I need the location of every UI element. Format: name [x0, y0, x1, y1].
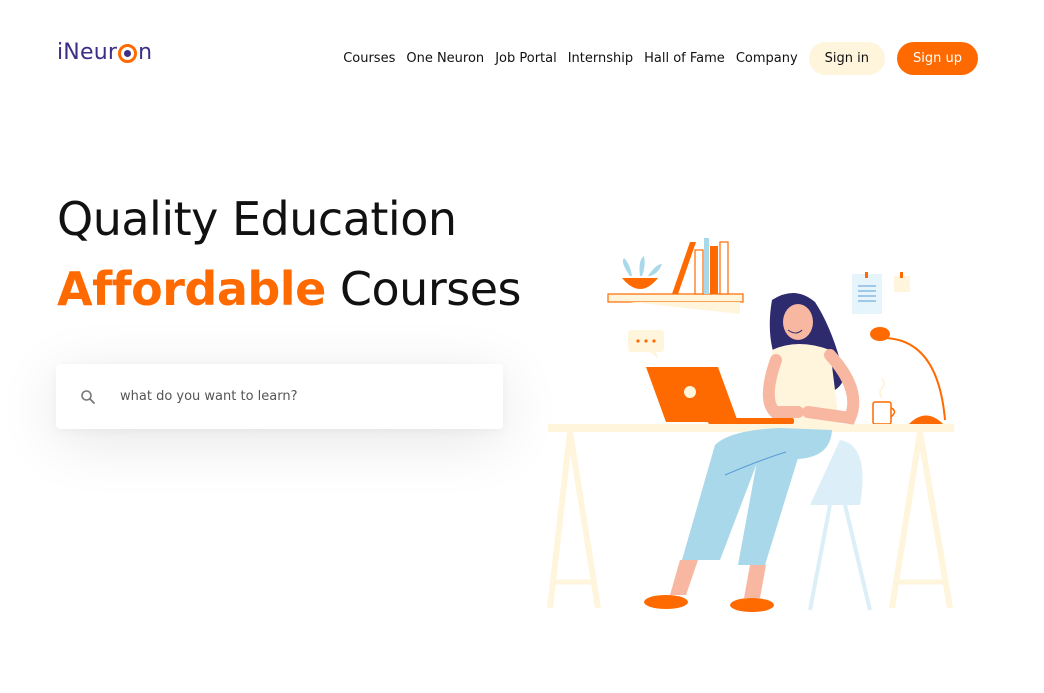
chat-bubble-icon — [628, 330, 664, 358]
chair — [808, 440, 872, 611]
hero-title-line2: Affordable Courses — [57, 262, 521, 316]
logo-text-start: iNeur — [57, 40, 118, 65]
nav-link-courses[interactable]: Courses — [343, 51, 395, 66]
site-header: iNeur n Courses One Neuron Job Portal In… — [0, 0, 1044, 110]
wall-shelf — [607, 238, 744, 314]
person-at-laptop — [644, 292, 860, 612]
logo-text-end: n — [138, 40, 153, 65]
sign-in-button[interactable]: Sign in — [808, 42, 886, 75]
eye-ring-icon — [118, 44, 138, 63]
search-input[interactable] — [120, 389, 480, 404]
nav-link-hall-of-fame[interactable]: Hall of Fame — [644, 51, 725, 66]
main-nav: Courses One Neuron Job Portal Internship… — [343, 42, 978, 75]
search-icon[interactable] — [80, 389, 96, 405]
nav-link-one-neuron[interactable]: One Neuron — [406, 51, 484, 66]
hero-illustration — [547, 238, 954, 612]
sign-up-button[interactable]: Sign up — [897, 42, 978, 75]
coffee-mug — [872, 377, 896, 425]
hero-title-rest: Courses — [325, 262, 522, 316]
hero-accent-word: Affordable — [57, 262, 326, 316]
wall-notes — [852, 272, 910, 314]
nav-link-company[interactable]: Company — [736, 51, 798, 66]
brand-logo[interactable]: iNeur n — [57, 40, 152, 65]
nav-link-internship[interactable]: Internship — [568, 51, 633, 66]
hero-title-line1: Quality Education — [57, 192, 457, 246]
nav-link-job-portal[interactable]: Job Portal — [495, 51, 557, 66]
search-bar[interactable] — [56, 364, 503, 429]
